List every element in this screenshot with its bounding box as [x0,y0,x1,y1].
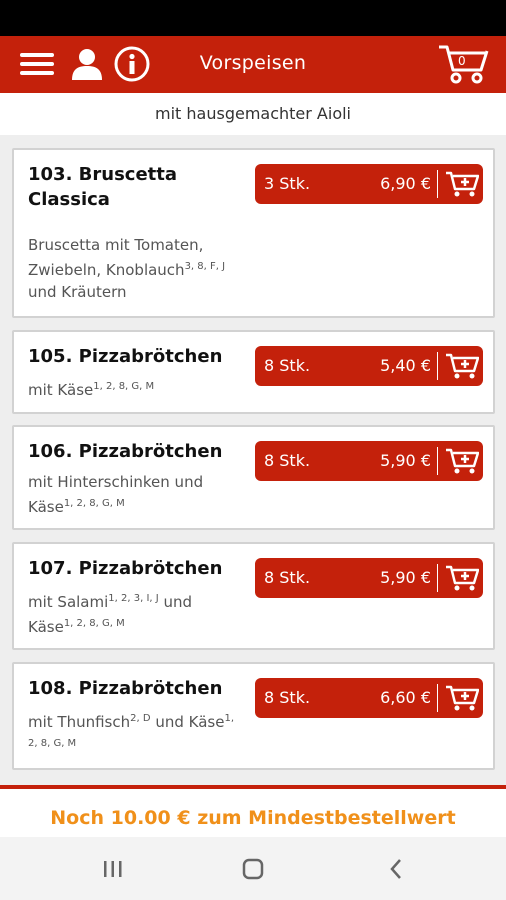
divider [437,352,438,380]
min-order-banner: Noch 10.00 € zum Mindestbestellwert [0,785,506,837]
item-quantity: 8 Stk. [264,451,311,470]
item-price: 6,90 € [380,174,431,193]
menu-item: 107. Pizzabrötchen mit Salami1, 2, 3, I,… [12,542,495,650]
item-quantity: 3 Stk. [264,174,311,193]
item-description: mit Salami1, 2, 3, I, J und Käse1, 2, 8,… [28,593,193,636]
add-to-cart-button[interactable]: 8 Stk. 5,40 € [255,346,483,386]
add-to-cart-icon [446,685,479,711]
item-price: 5,40 € [380,356,431,375]
system-nav-bar [0,837,506,900]
divider [437,684,438,712]
status-bar [0,0,506,36]
item-name: 107. Pizzabrötchen [28,558,223,579]
menu-item: 106. Pizzabrötchen mit Hinterschinken un… [12,425,495,530]
cart-icon[interactable]: 0 [436,44,492,84]
add-to-cart-button[interactable]: 3 Stk. 6,90 € [255,164,483,204]
page-title: Vorspeisen [199,52,307,74]
cart-count: 0 [458,54,466,68]
add-to-cart-button[interactable]: 8 Stk. 5,90 € [255,558,483,598]
back-icon[interactable] [381,855,411,883]
menu-list[interactable]: 103. Bruscetta Classica Bruscetta mit To… [0,135,506,785]
divider [437,564,438,592]
item-name: 106. Pizzabrötchen [28,441,223,462]
divider [437,170,438,198]
item-description: mit Hinterschinken und Käse1, 2, 8, G, M [28,473,204,516]
recent-apps-icon[interactable] [98,855,128,883]
add-to-cart-icon [446,565,479,591]
menu-item: 108. Pizzabrötchen mit Thunfisch2, D und… [12,662,495,770]
menu-item: 103. Bruscetta Classica Bruscetta mit To… [12,148,495,318]
item-name: 108. Pizzabrötchen [28,678,223,699]
category-subtitle: mit hausgemachter Aioli [0,93,506,135]
add-to-cart-button[interactable]: 8 Stk. 6,60 € [255,678,483,718]
item-quantity: 8 Stk. [264,688,311,707]
app-header: Vorspeisen 0 [0,36,506,93]
item-price: 6,60 € [380,688,431,707]
item-quantity: 8 Stk. [264,568,311,587]
menu-item: 105. Pizzabrötchen mit Käse1, 2, 8, G, M… [12,330,495,414]
item-name: 105. Pizzabrötchen [28,346,223,367]
item-price: 5,90 € [380,568,431,587]
add-to-cart-icon [446,353,479,379]
add-to-cart-icon [446,171,479,197]
item-description: mit Thunfisch2, D und Käse1, 2, 8, G, M [28,713,234,749]
add-to-cart-icon [446,448,479,474]
divider [437,447,438,475]
item-name: 103. Bruscetta Classica [28,164,178,210]
item-quantity: 8 Stk. [264,356,311,375]
item-description: Bruscetta mit Tomaten, Zwiebeln, Knoblau… [28,236,226,301]
item-price: 5,90 € [380,451,431,470]
add-to-cart-button[interactable]: 8 Stk. 5,90 € [255,441,483,481]
home-icon[interactable] [238,855,268,883]
item-description: mit Käse1, 2, 8, G, M [28,381,155,399]
